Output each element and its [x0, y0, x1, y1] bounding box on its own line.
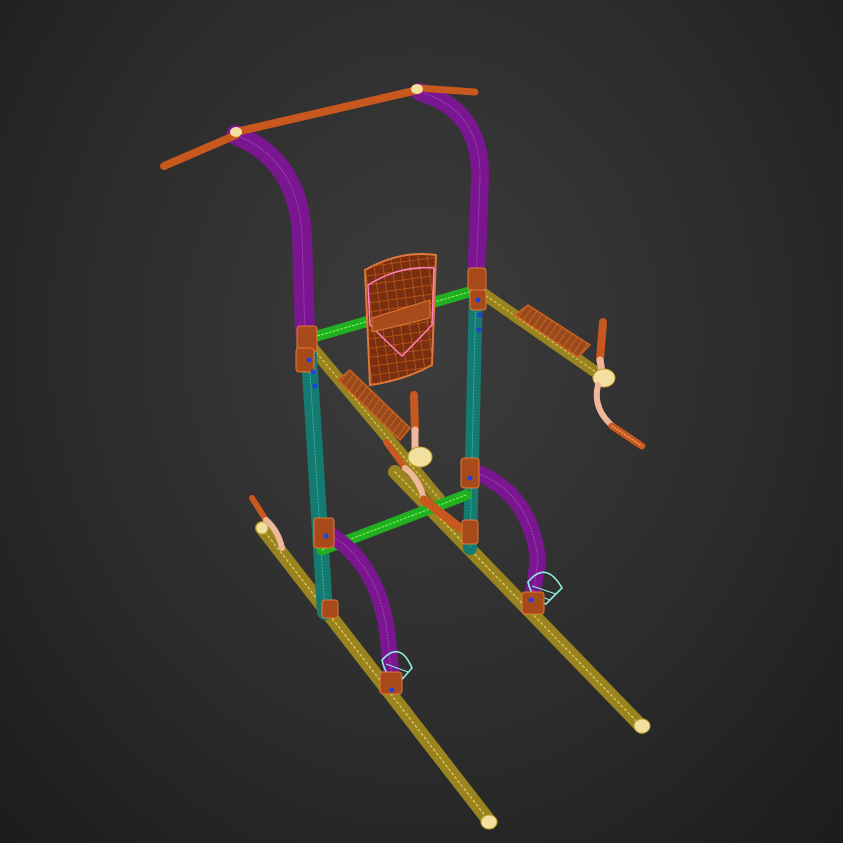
left-pullup-arch[interactable] [226, 125, 315, 345]
left-upright[interactable] [300, 332, 333, 620]
wireframe-power-tower-icon[interactable] [0, 0, 843, 843]
right-rail-end-cap [633, 718, 651, 734]
back-pad[interactable] [363, 253, 438, 387]
right-knee-handle[interactable] [592, 318, 646, 450]
center-handle-cap [407, 446, 433, 468]
3d-viewport[interactable] [0, 0, 843, 843]
bar-joint-right [411, 84, 423, 94]
bar-joint-left [230, 127, 242, 137]
left-base-rail[interactable] [255, 521, 498, 830]
right-armrest-beam[interactable] [472, 284, 606, 381]
right-upright[interactable] [463, 278, 483, 555]
left-rail-end-cap [480, 814, 498, 830]
